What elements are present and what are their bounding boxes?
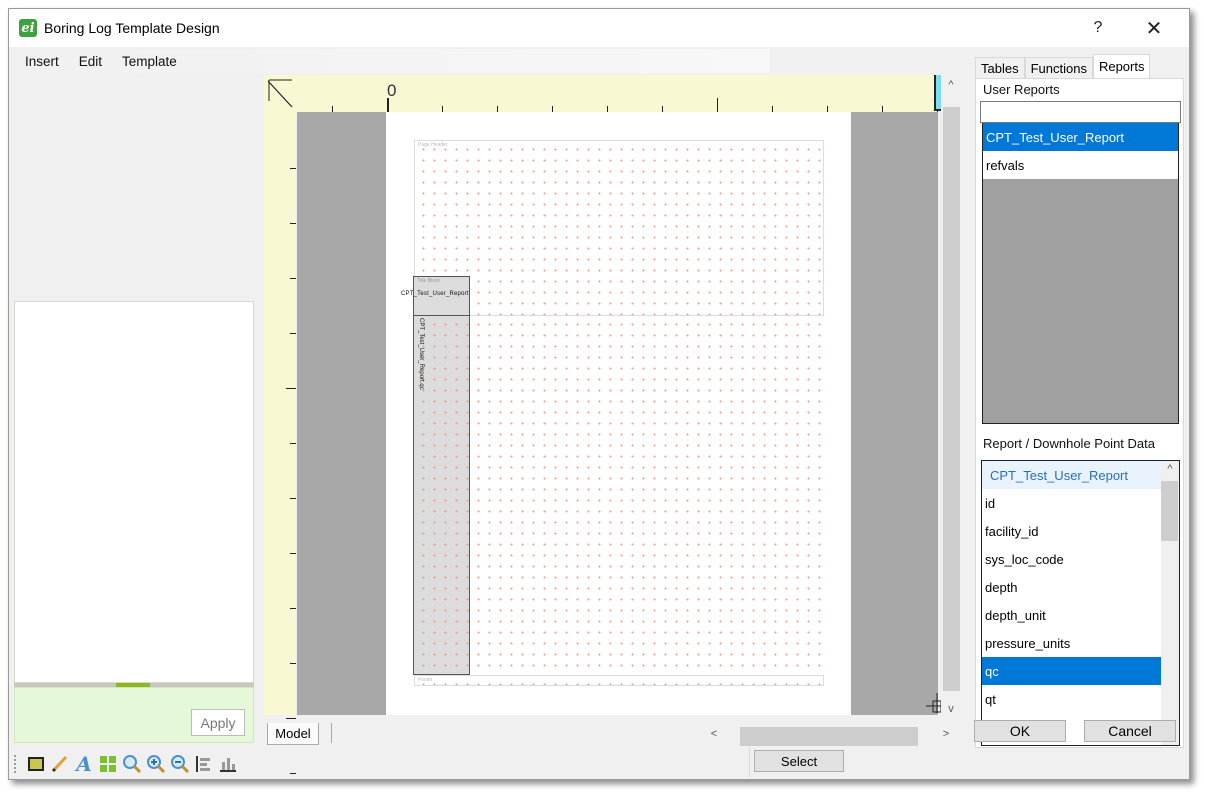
ruler-tick (290, 498, 296, 499)
cancel-button[interactable]: Cancel (1084, 720, 1176, 742)
ruler-tick (290, 443, 296, 444)
title-block-label: Title Block (417, 278, 440, 284)
user-reports-search-input[interactable] (980, 101, 1181, 123)
tab-model[interactable]: Model (267, 723, 319, 745)
ruler-tick (290, 278, 296, 279)
ruler-tick (286, 388, 296, 389)
report-item-cpt-test-user-report[interactable]: CPT_Test_User_Report (983, 123, 1178, 151)
vertical-scroll-thumb[interactable] (943, 107, 960, 691)
field-item[interactable]: qt (982, 685, 1162, 713)
template-page[interactable]: Page Header Title Block CPT_Test_User_Re… (386, 112, 851, 715)
field-item[interactable]: id (982, 489, 1162, 517)
tab-reports[interactable]: Reports (1092, 54, 1151, 78)
bottom-toolbar: A (9, 749, 749, 779)
ruler-tick (290, 553, 296, 554)
zoom-in-icon[interactable] (145, 753, 167, 775)
field-item[interactable]: facility_id (982, 517, 1162, 545)
right-panel: Tables Functions Reports User Reports CP… (971, 49, 1189, 749)
select-button[interactable]: Select (754, 750, 844, 772)
fields-scroll-thumb[interactable] (1161, 481, 1178, 541)
scroll-right-arrow[interactable]: > (936, 728, 956, 740)
fields-scrollbar[interactable]: ^ (1161, 461, 1179, 745)
body-grid[interactable] (470, 316, 824, 674)
tab-separator (331, 723, 332, 743)
scroll-left-arrow[interactable]: < (704, 728, 724, 740)
text-a-icon[interactable]: A (73, 752, 95, 776)
window-title: Boring Log Template Design (44, 20, 220, 36)
field-item[interactable]: depth (982, 573, 1162, 601)
ruler-tick (290, 333, 296, 334)
ruler-tick (290, 663, 296, 664)
menu-insert[interactable]: Insert (9, 54, 69, 69)
close-button[interactable]: ✕ (1131, 9, 1177, 47)
toolbar-separator (749, 747, 750, 777)
fields-scroll-up-arrow[interactable]: ^ (1161, 463, 1179, 475)
design-canvas[interactable]: 0 Page Header Title Block CPT_Test_User_… (264, 75, 964, 774)
toolbar-grip[interactable] (14, 755, 17, 773)
tab-tables[interactable]: Tables (975, 57, 1025, 78)
tab-functions[interactable]: Functions (1024, 57, 1093, 78)
column-field-text: CPT_Test_User_Report.qc (418, 318, 424, 390)
boring-log-template-design-window: ei Boring Log Template Design ? ✕ Insert… (8, 8, 1190, 780)
properties-box[interactable] (14, 301, 254, 683)
page-header-band[interactable]: Page Header (414, 140, 824, 316)
ruler-end-marker[interactable] (934, 75, 941, 111)
left-panel: Apply (9, 75, 261, 750)
magnifier-icon[interactable] (121, 753, 143, 775)
ruler-tick (286, 718, 296, 719)
qc-column-element[interactable]: CPT_Test_User_Report.qc (413, 315, 470, 675)
title-bar: ei Boring Log Template Design ? ✕ (9, 9, 1189, 47)
field-item[interactable]: sys_loc_code (982, 545, 1162, 573)
footer-label: Footer (418, 677, 433, 683)
vertical-scrollbar[interactable]: ^ v (941, 75, 961, 721)
menu-template[interactable]: Template (112, 54, 187, 69)
fields-label: Report / Downhole Point Data (983, 436, 1155, 451)
fields-header-row[interactable]: CPT_Test_User_Report (982, 461, 1162, 489)
ruler-tick (290, 608, 296, 609)
ruler-zero-label: 0 (387, 81, 397, 100)
user-reports-list[interactable]: CPT_Test_User_Report refvals (982, 123, 1179, 424)
vertical-ruler (264, 75, 296, 774)
ruler-tick (290, 168, 296, 169)
ruler-tick (717, 98, 718, 112)
report-fields-list[interactable]: CPT_Test_User_Report id facility_id sys_… (981, 460, 1180, 746)
ruler-tick (290, 223, 296, 224)
align-bottom-icon[interactable] (217, 753, 239, 775)
field-item[interactable]: depth_unit (982, 601, 1162, 629)
footer-band[interactable]: Footer (414, 675, 824, 686)
apply-button[interactable]: Apply (191, 709, 245, 736)
rectangle-icon[interactable] (25, 753, 47, 775)
horizontal-scrollbar[interactable]: < > (704, 725, 956, 746)
report-item-refvals[interactable]: refvals (983, 151, 1178, 179)
page-header-label: Page Header (418, 142, 448, 148)
horizontal-scroll-thumb[interactable] (740, 727, 918, 746)
right-panel-tabs: Tables Functions Reports (975, 54, 1151, 78)
field-item-selected[interactable]: qc (982, 657, 1162, 685)
user-reports-label: User Reports (983, 82, 1060, 97)
ok-button[interactable]: OK (974, 720, 1066, 742)
reports-tab-content: User Reports CPT_Test_User_Report refval… (975, 78, 1184, 748)
pencil-icon[interactable] (49, 753, 71, 775)
fit-page-icon[interactable] (97, 753, 119, 775)
apply-area: Apply (14, 687, 254, 743)
ruler-origin-icon (267, 79, 293, 108)
page-end-marker-icon (926, 693, 942, 713)
scroll-down-arrow[interactable]: v (941, 703, 961, 715)
menu-edit[interactable]: Edit (69, 54, 112, 69)
field-item[interactable]: pressure_units (982, 629, 1162, 657)
title-block-text[interactable]: CPT_Test_User_Report (401, 291, 469, 297)
ruler-corner[interactable] (264, 75, 296, 115)
zoom-out-icon[interactable] (169, 753, 191, 775)
align-left-icon[interactable] (193, 753, 215, 775)
menu-bar: Insert Edit Template (9, 49, 769, 73)
help-button[interactable]: ? (1075, 9, 1121, 47)
scroll-up-arrow[interactable]: ^ (941, 79, 961, 91)
app-logo-icon: ei (19, 19, 37, 37)
horizontal-ruler (264, 75, 938, 115)
